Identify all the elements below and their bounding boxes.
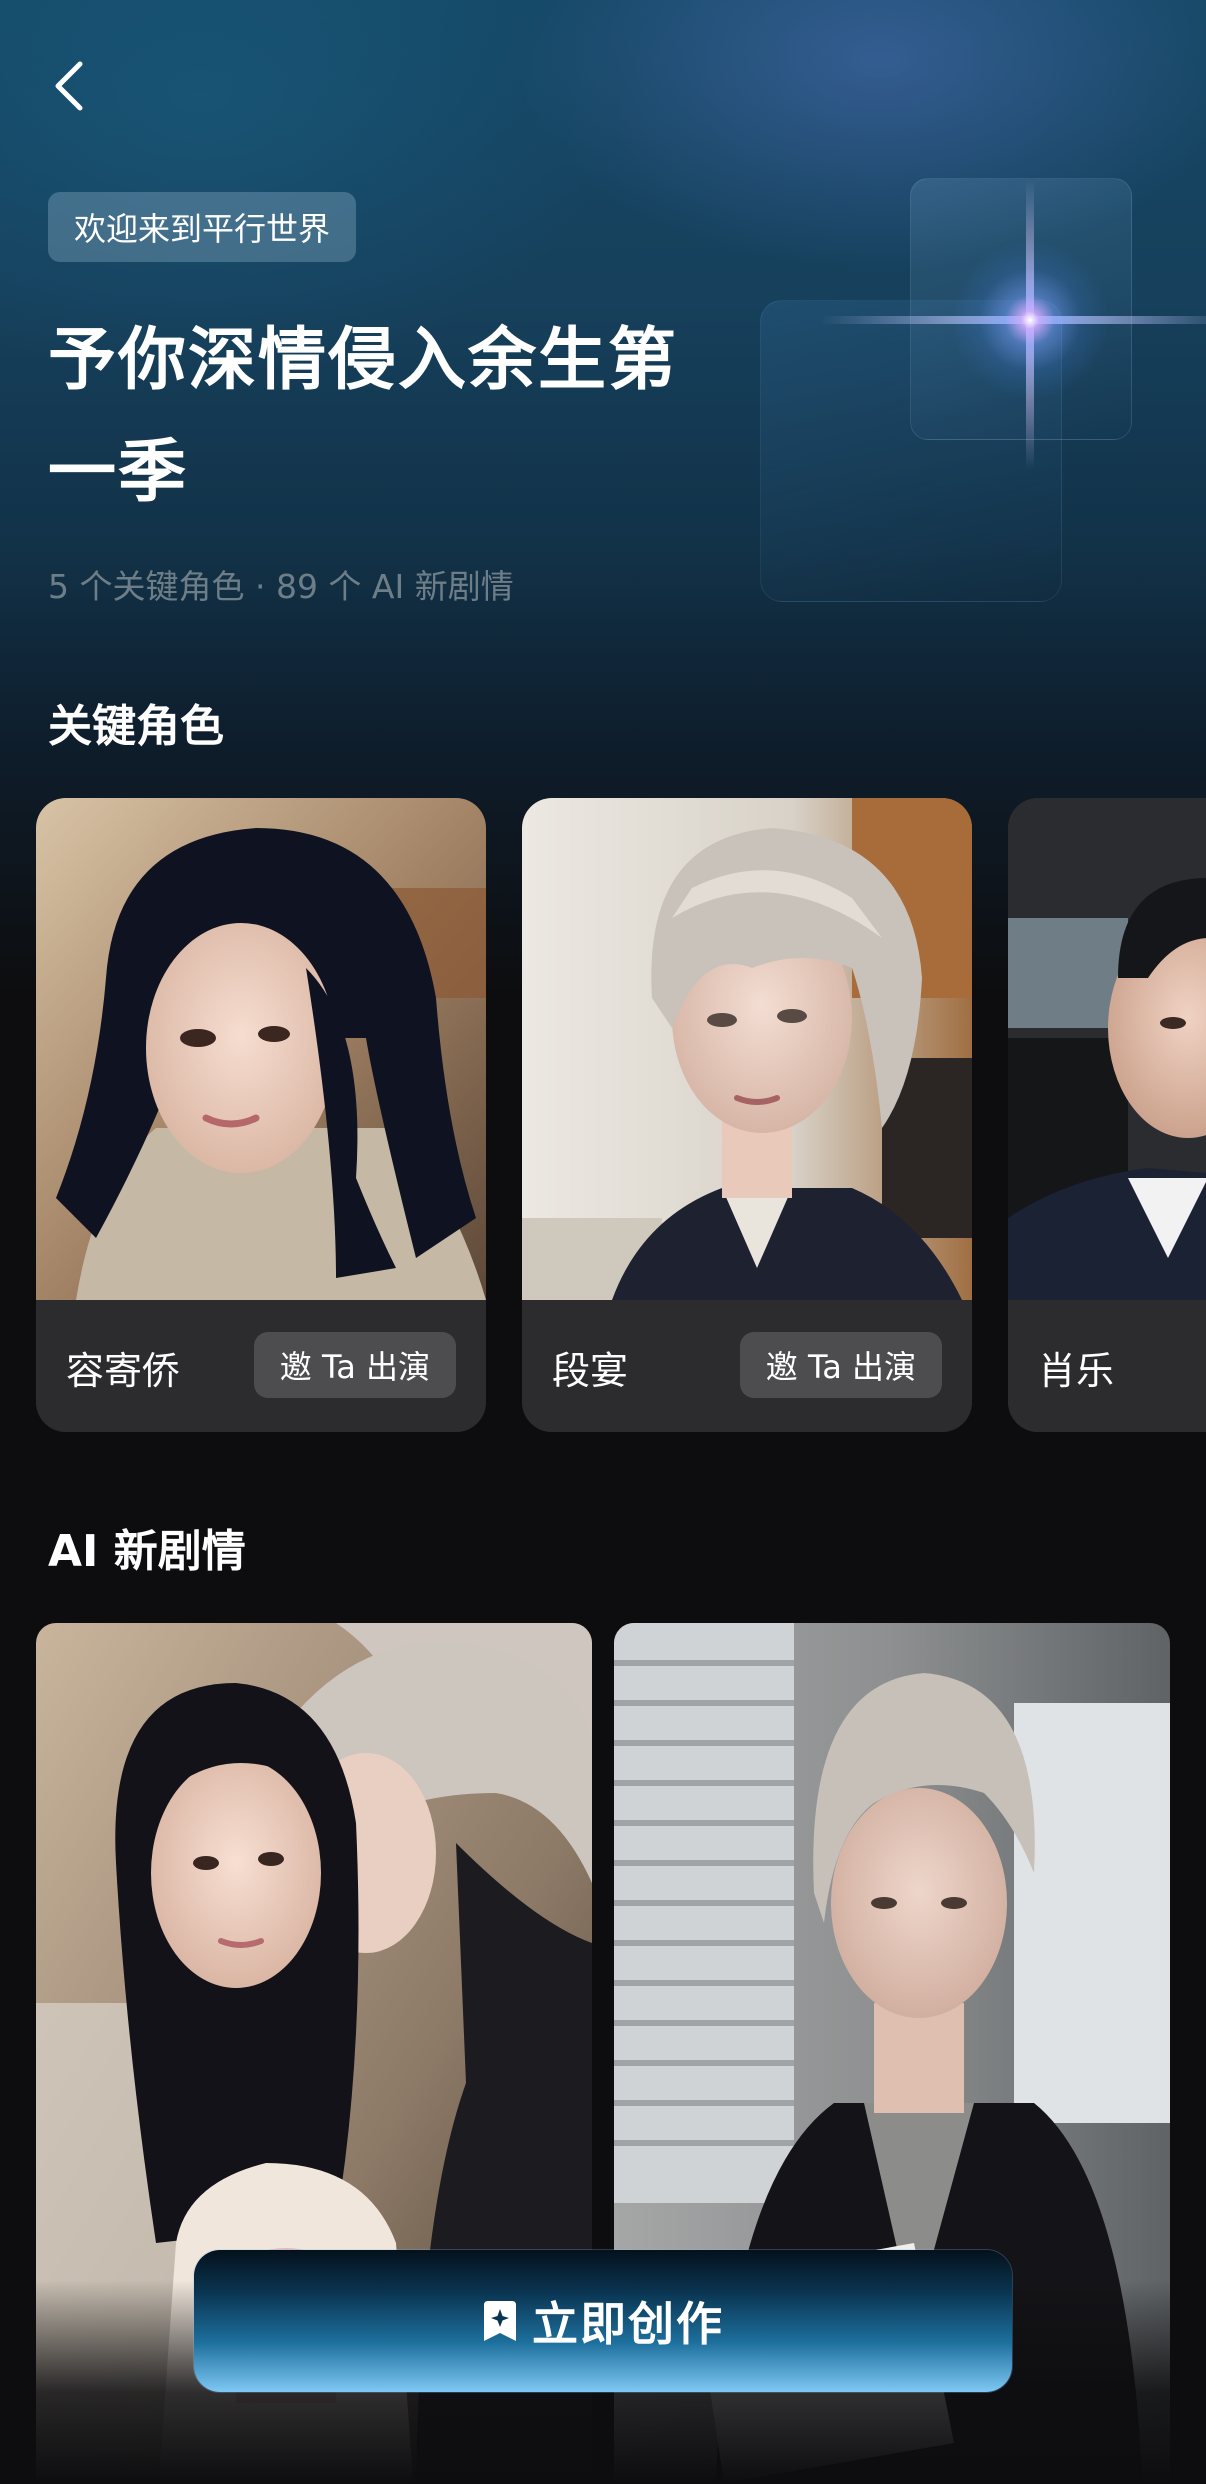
- invite-button[interactable]: 邀 Ta 出演: [253, 1332, 456, 1398]
- stories-section-title: AI 新剧情: [48, 1526, 246, 1577]
- character-name: 段宴: [552, 1349, 629, 1393]
- welcome-badge: 欢迎来到平行世界: [48, 192, 357, 262]
- character-portrait: [36, 798, 486, 1300]
- character-card-footer: 段宴 邀 Ta 出演: [522, 1300, 972, 1432]
- character-portrait: [1008, 798, 1206, 1300]
- page: 欢迎来到平行世界 予你深情侵入余生第一季 5 个关键角色 · 89 个 AI 新…: [0, 0, 1206, 2484]
- character-card-footer: 容寄侨 邀 Ta 出演: [36, 1300, 486, 1432]
- invite-button[interactable]: 邀 Ta 出演: [739, 1332, 942, 1398]
- sparkle-icon: [950, 240, 1110, 400]
- create-now-button[interactable]: 立即创作: [194, 2250, 1012, 2392]
- page-subtitle: 5 个关键角色 · 89 个 AI 新剧情: [48, 567, 514, 606]
- character-card[interactable]: 容寄侨 邀 Ta 出演: [36, 798, 486, 1432]
- character-name: 容寄侨: [66, 1349, 181, 1393]
- sparkle-icon: [482, 2300, 518, 2342]
- page-title: 予你深情侵入余生第一季: [48, 321, 679, 512]
- character-card[interactable]: 段宴 邀 Ta 出演: [522, 798, 972, 1432]
- character-card-footer: 肖乐: [1008, 1300, 1206, 1432]
- decorative-star-graphic: [760, 170, 1206, 602]
- characters-section-title: 关键角色: [48, 701, 224, 752]
- character-card[interactable]: 肖乐: [1008, 798, 1206, 1432]
- chevron-left-icon: [55, 61, 83, 111]
- characters-carousel[interactable]: 容寄侨 邀 Ta 出演 段宴 邀 Ta 出演 肖乐: [36, 798, 1206, 1434]
- back-button[interactable]: [40, 56, 100, 116]
- character-portrait: [522, 798, 972, 1300]
- create-now-label: 立即创作: [532, 2297, 724, 2351]
- character-name: 肖乐: [1038, 1349, 1115, 1393]
